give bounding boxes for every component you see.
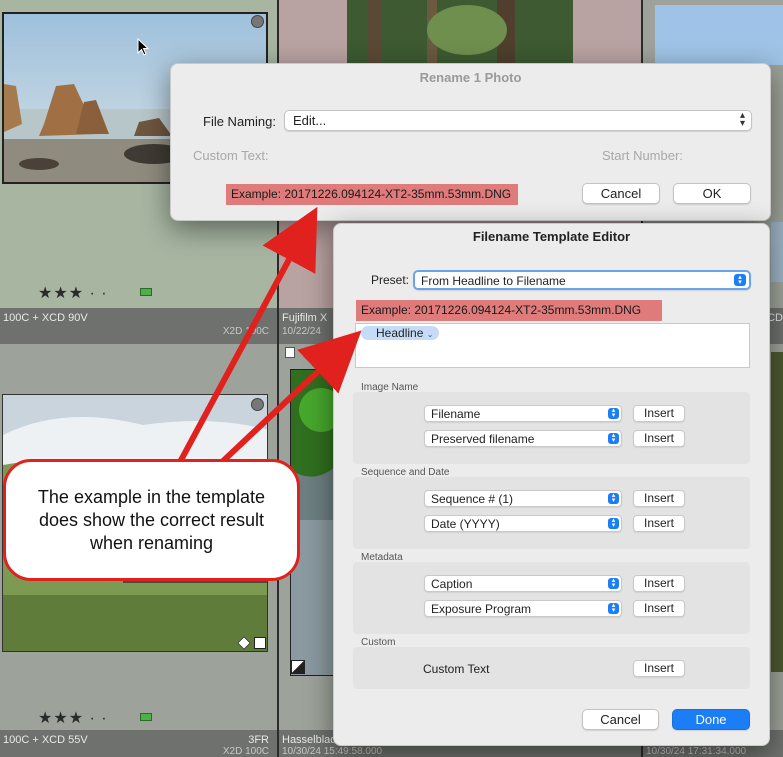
annotation-arrows [177, 206, 362, 465]
arrow-to-template-example [219, 330, 362, 465]
annotation-text: The example in the template does show th… [37, 486, 266, 553]
arrow-to-rename-example [177, 206, 318, 464]
annotation-callout: The example in the template does show th… [3, 459, 300, 581]
